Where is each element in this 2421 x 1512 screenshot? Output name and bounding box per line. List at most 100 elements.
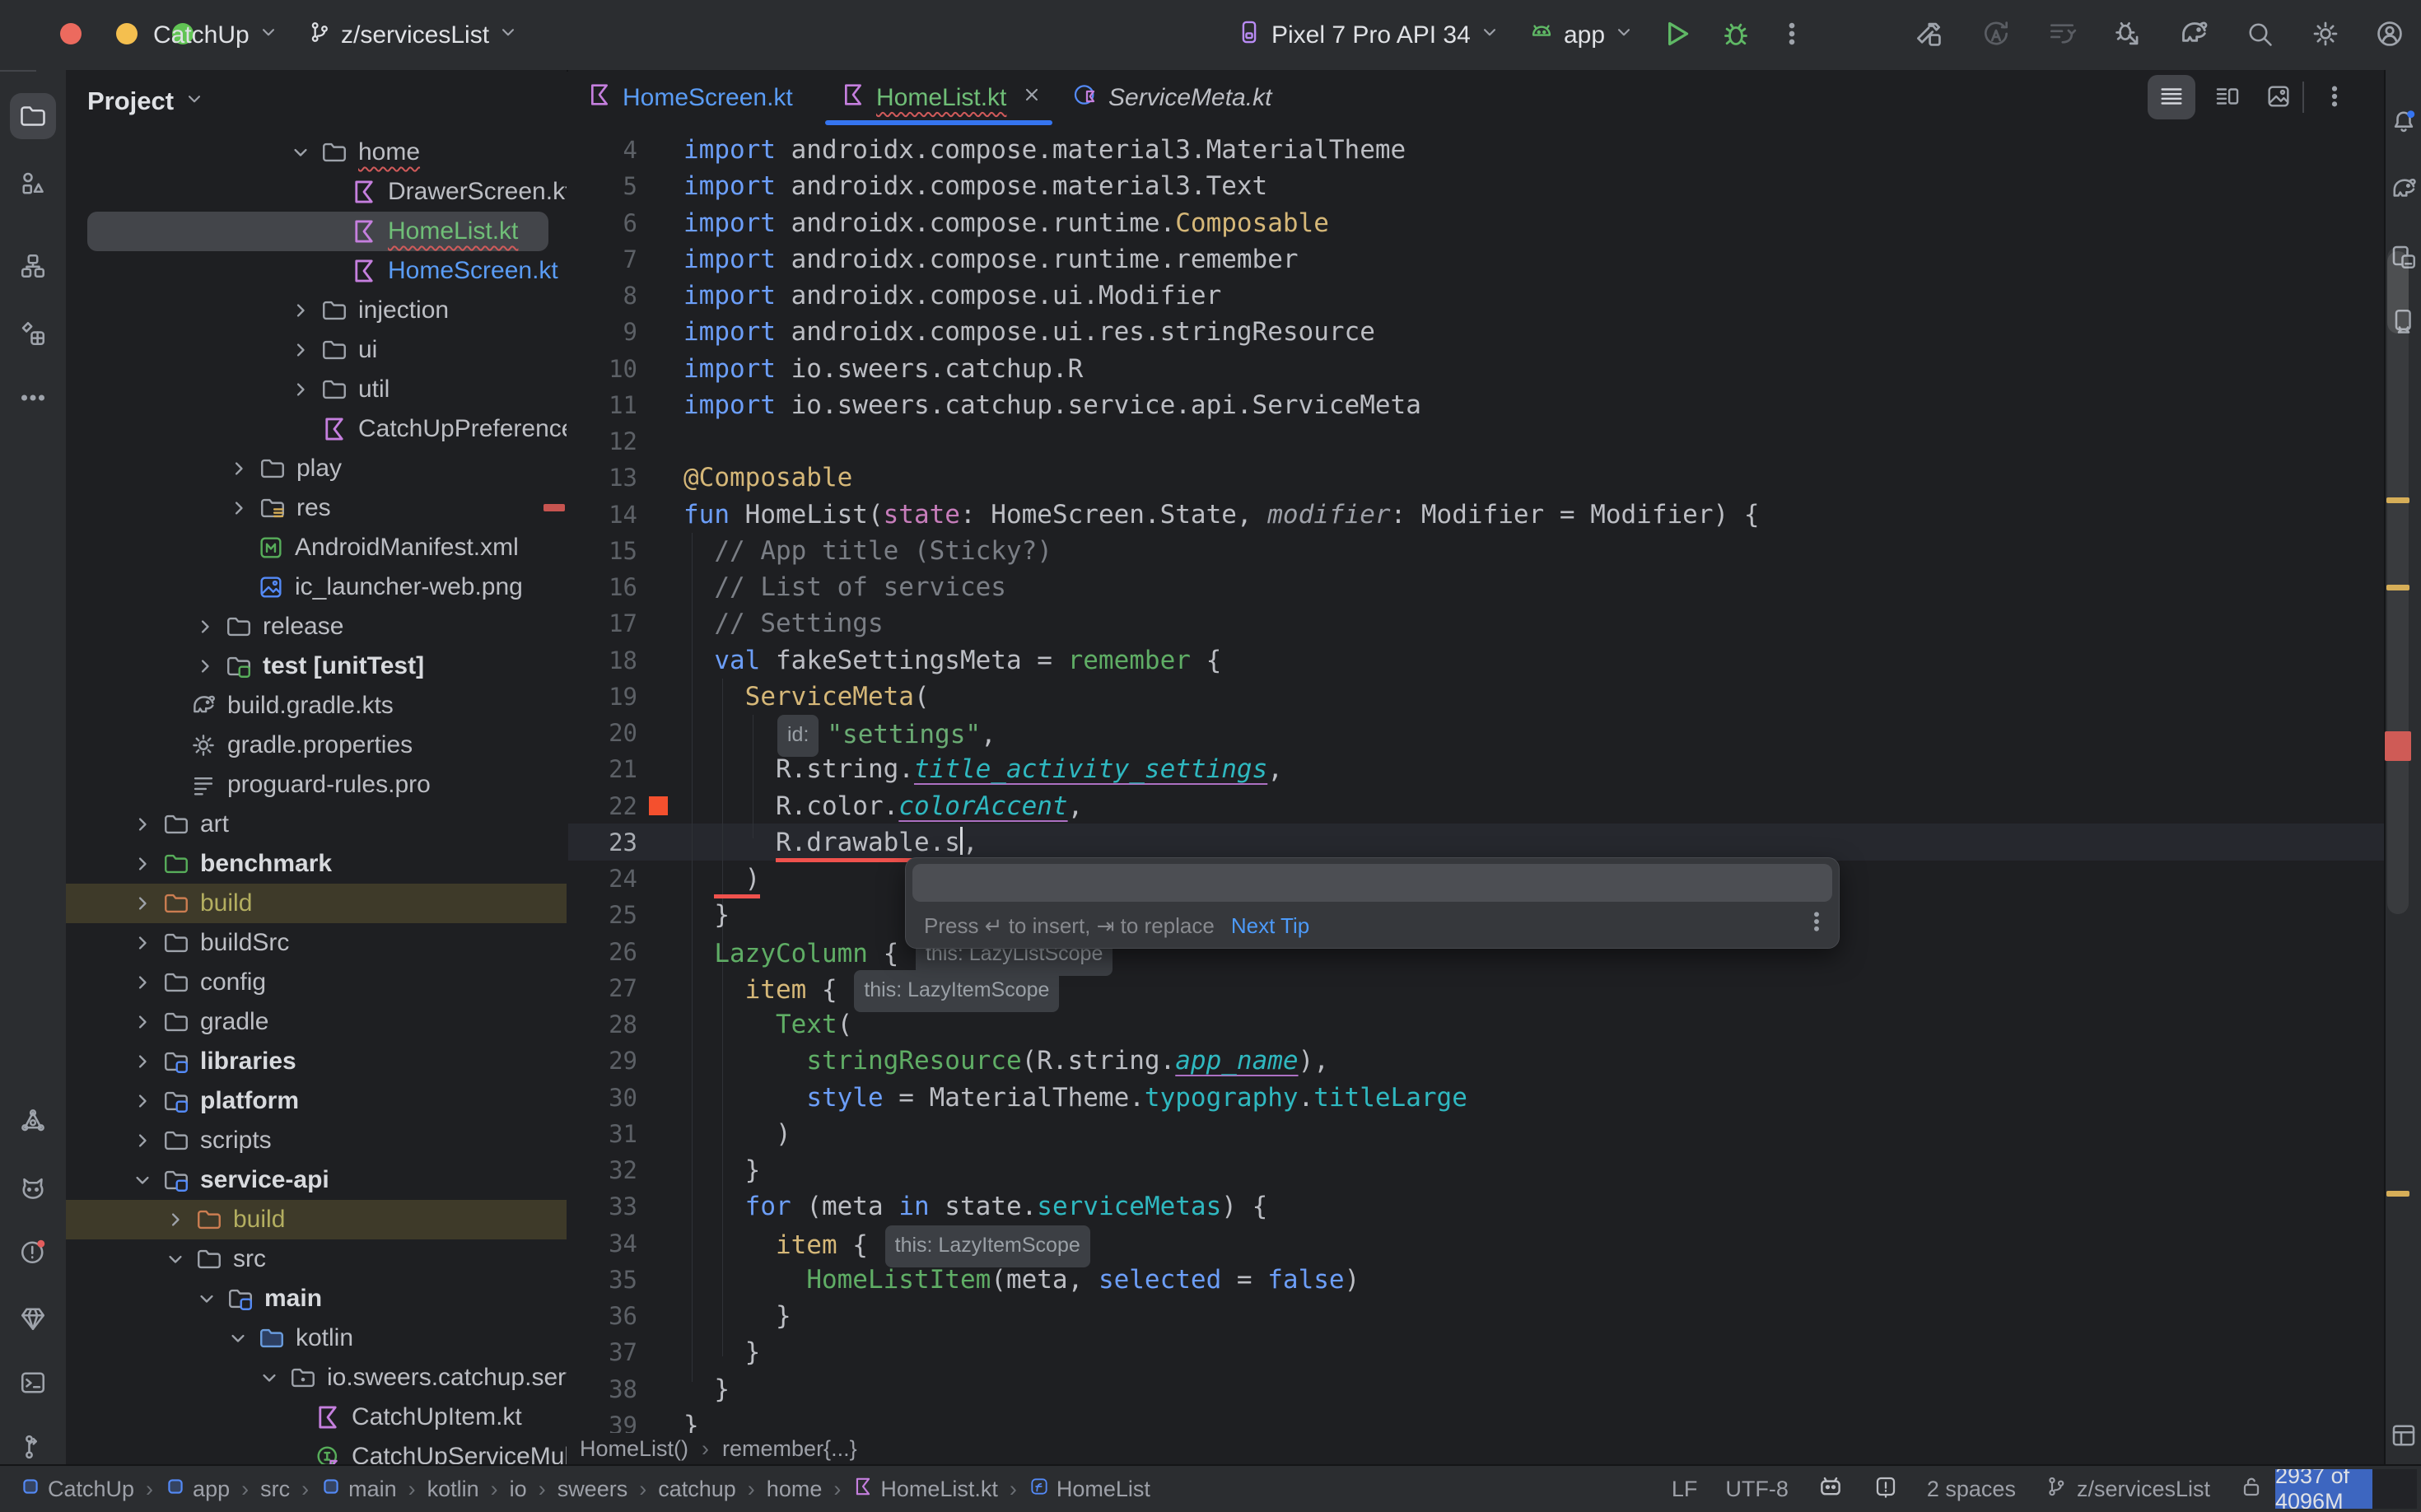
line-number[interactable]: 30 <box>568 1080 637 1117</box>
tree-chevron-icon[interactable] <box>164 1248 187 1275</box>
code-editor[interactable]: 4import androidx.compose.material3.Mater… <box>568 125 2384 1433</box>
split-view-button[interactable] <box>2204 75 2251 119</box>
line-number[interactable]: 36 <box>568 1298 637 1335</box>
line-number[interactable]: 4 <box>568 132 637 169</box>
run-configuration-selector[interactable]: app <box>1528 0 1635 70</box>
line-number[interactable]: 28 <box>568 1006 637 1043</box>
editor-tab-ServiceMeta.kt[interactable]: ServiceMeta.kt <box>1072 70 1271 125</box>
tool-window-button-notifications[interactable] <box>2381 99 2421 145</box>
line-number[interactable]: 9 <box>568 314 637 351</box>
line-number[interactable]: 35 <box>568 1262 637 1299</box>
tree-chevron-icon[interactable] <box>226 1327 250 1354</box>
tree-row[interactable]: kotlin <box>66 1318 567 1358</box>
line-number[interactable]: 19 <box>568 679 637 716</box>
line-number[interactable]: 18 <box>568 642 637 679</box>
project-panel-header[interactable]: Project <box>87 78 205 124</box>
tree-row[interactable]: CatchUpItem.kt <box>66 1398 567 1437</box>
editor-tab-HomeScreen.kt[interactable]: HomeScreen.kt <box>586 70 793 125</box>
tool-window-button-project[interactable] <box>10 93 56 139</box>
line-number[interactable]: 16 <box>568 569 637 606</box>
vcs-branch-widget[interactable]: z/servicesList <box>306 0 519 70</box>
tree-chevron-icon[interactable] <box>131 1050 154 1077</box>
build-button[interactable] <box>1906 0 1952 70</box>
tree-chevron-icon[interactable] <box>131 1129 154 1156</box>
tree-row[interactable]: play <box>66 449 567 488</box>
indent-widget[interactable]: 2 spaces <box>1927 1477 2016 1502</box>
warning-stripe-mark[interactable] <box>2386 497 2409 503</box>
memory-indicator[interactable]: 2937 of 4096M <box>2275 1469 2417 1509</box>
design-view-button[interactable] <box>2255 75 2302 119</box>
tree-chevron-icon[interactable] <box>131 1169 154 1196</box>
status-breadcrumbs[interactable]: CatchUp›app›src›main›kotlin›io›sweers›ca… <box>20 1466 1150 1512</box>
line-number[interactable]: 8 <box>568 278 637 315</box>
tree-chevron-icon[interactable] <box>131 852 154 880</box>
tree-chevron-icon[interactable] <box>131 931 154 959</box>
line-ending-widget[interactable]: LF <box>1672 1477 1698 1502</box>
profile-button[interactable] <box>2367 0 2413 70</box>
line-number[interactable]: 24 <box>568 861 637 898</box>
tree-chevron-icon[interactable] <box>227 457 250 484</box>
profiler-button[interactable] <box>2039 0 2085 70</box>
line-number[interactable]: 10 <box>568 351 637 388</box>
tree-row[interactable]: res <box>66 488 567 528</box>
status-path-item[interactable]: app <box>165 1476 230 1503</box>
line-number[interactable]: 14 <box>568 497 637 534</box>
tree-row[interactable]: HomeScreen.kt <box>66 251 567 291</box>
tool-window-button-version-control[interactable] <box>10 1424 56 1470</box>
tree-chevron-icon[interactable] <box>289 141 312 168</box>
tree-row[interactable]: libraries <box>66 1042 567 1081</box>
line-number[interactable]: 25 <box>568 897 637 934</box>
tool-window-button-structure[interactable] <box>10 243 56 289</box>
tree-row[interactable]: build <box>66 884 567 923</box>
tree-chevron-icon[interactable] <box>131 892 154 919</box>
tree-row[interactable]: main <box>66 1279 567 1318</box>
tree-chevron-icon[interactable] <box>131 1010 154 1038</box>
tree-chevron-icon[interactable] <box>227 497 250 524</box>
tree-row[interactable]: release <box>66 607 567 646</box>
line-number[interactable]: 39 <box>568 1407 637 1433</box>
editor-scrollbar[interactable] <box>2387 247 2409 914</box>
kebab-icon[interactable] <box>1804 909 1829 938</box>
tool-window-button-terminal[interactable] <box>10 1360 56 1406</box>
apply-changes-button[interactable] <box>1973 0 2019 70</box>
tree-row[interactable]: CatchUpServiceMultib <box>66 1437 567 1464</box>
tree-row[interactable]: AndroidManifest.xml <box>66 528 567 567</box>
line-number[interactable]: 32 <box>568 1152 637 1189</box>
debug-button[interactable] <box>1713 0 1759 70</box>
line-number[interactable]: 26 <box>568 934 637 971</box>
status-path-item[interactable]: catchup <box>658 1477 736 1502</box>
line-number[interactable]: 27 <box>568 970 637 1007</box>
tree-chevron-icon[interactable] <box>131 971 154 998</box>
window-close-button[interactable] <box>60 23 82 44</box>
line-number[interactable]: 38 <box>568 1371 637 1408</box>
search-everywhere-button[interactable] <box>2237 0 2283 70</box>
status-path-item[interactable]: HomeList <box>1029 1476 1150 1503</box>
tree-chevron-icon[interactable] <box>164 1208 187 1235</box>
run-button[interactable] <box>1654 0 1700 70</box>
tree-row[interactable]: benchmark <box>66 844 567 884</box>
line-number[interactable]: 13 <box>568 460 637 497</box>
error-stripe-mark[interactable] <box>2385 731 2411 761</box>
status-path-item[interactable]: kotlin <box>427 1477 479 1502</box>
line-number[interactable]: 20 <box>568 715 637 752</box>
tool-window-button-app-quality-insights[interactable] <box>10 1295 56 1342</box>
tree-row[interactable]: ic_launcher-web.png <box>66 567 567 607</box>
line-number[interactable]: 31 <box>568 1116 637 1153</box>
line-number[interactable]: 29 <box>568 1043 637 1080</box>
tool-window-button-problems[interactable] <box>10 1229 56 1275</box>
line-number[interactable]: 22 <box>568 788 637 825</box>
breadcrumb-item[interactable]: remember{...} <box>722 1436 857 1462</box>
status-path-item[interactable]: main <box>320 1476 397 1503</box>
device-selector[interactable]: Pixel 7 Pro API 34 <box>1235 0 1500 70</box>
tree-row[interactable]: CatchUpPreferences.kt <box>66 409 567 449</box>
tool-window-button-more-tools[interactable] <box>10 375 56 421</box>
tree-row[interactable]: io.sweers.catchup.service <box>66 1358 567 1398</box>
editor-breadcrumbs[interactable]: HomeList()›remember{...} <box>568 1433 2384 1464</box>
project-switcher[interactable]: CatchUp <box>153 0 279 70</box>
tree-chevron-icon[interactable] <box>289 338 312 366</box>
popup-next-tip-link[interactable]: Next Tip <box>1231 913 1309 939</box>
more-run-options-button[interactable] <box>1769 0 1815 70</box>
tree-chevron-icon[interactable] <box>289 299 312 326</box>
editor-tab-HomeList.kt[interactable]: HomeList.kt <box>840 70 1043 125</box>
tool-window-button-resource-manager[interactable] <box>10 161 56 207</box>
